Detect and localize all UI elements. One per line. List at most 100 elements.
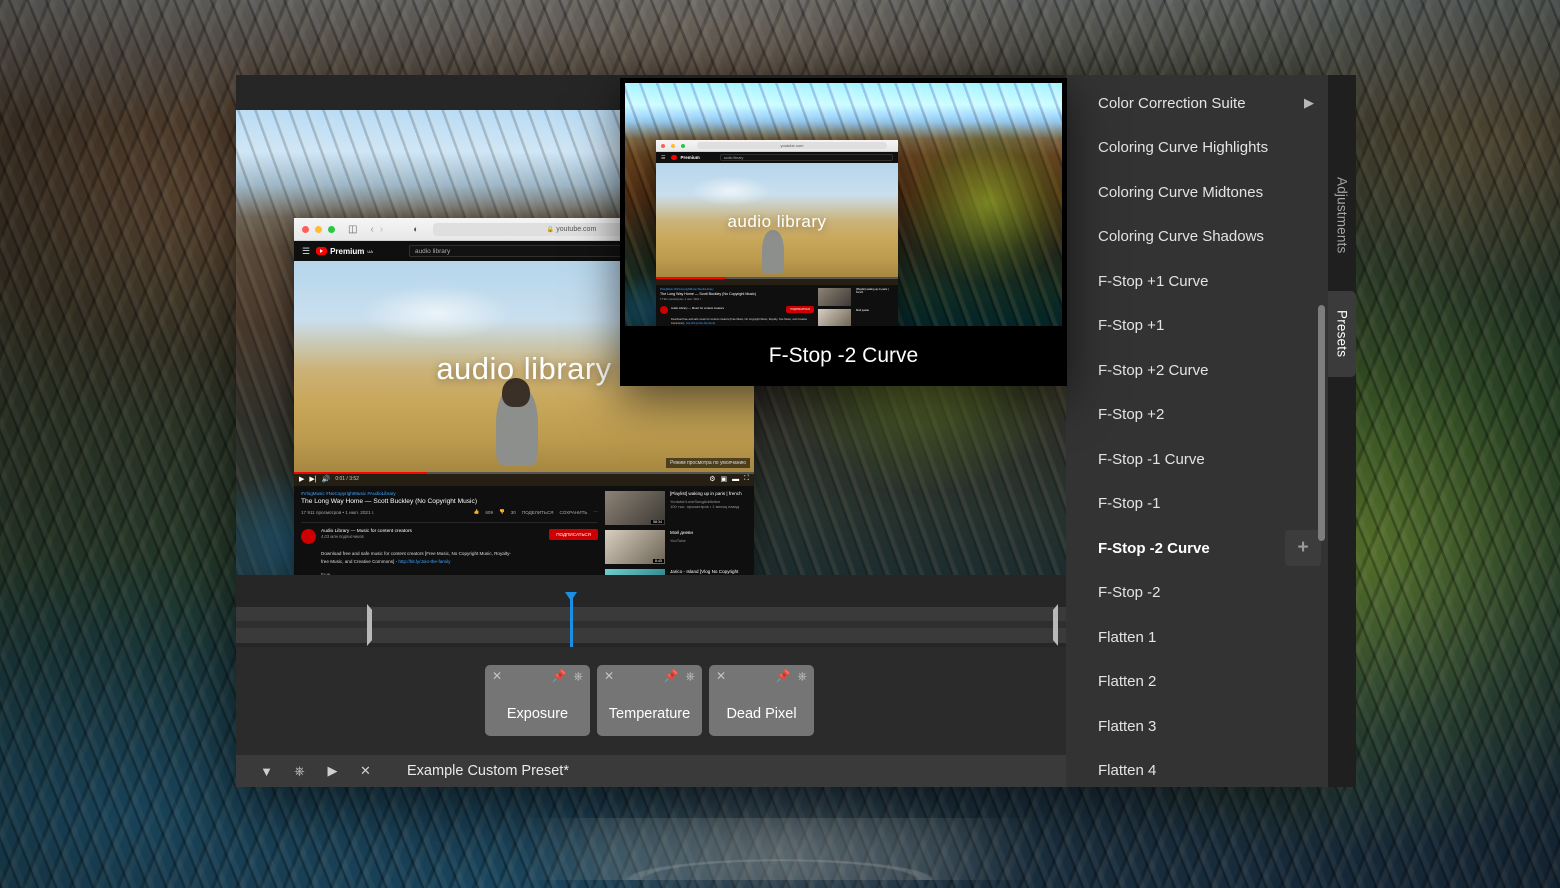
play-icon[interactable]: ▶ <box>316 763 349 779</box>
preset-label: Coloring Curve Midtones <box>1098 183 1264 201</box>
list-item[interactable]: 8:45 Мой дневн YouTube <box>605 530 747 564</box>
effect-chip-dead-pixel[interactable]: ✕ 📌 ⎈ Dead Pixel <box>709 665 814 736</box>
power-icon[interactable]: ⎈ <box>573 670 583 682</box>
youtube-play-badge <box>316 247 328 255</box>
presets-list[interactable]: Color Correction Suite ▶ Coloring Curve … <box>1066 75 1328 787</box>
preset-item-flatten-4[interactable]: Flatten 4 <box>1066 749 1328 788</box>
like-icon[interactable]: 👍 <box>474 509 480 515</box>
add-preset-button[interactable]: + <box>1285 530 1321 567</box>
volume-icon[interactable]: 🔊 <box>322 475 331 483</box>
popup-video-person <box>762 230 785 274</box>
preset-item-coloring-curve-highlights[interactable]: Coloring Curve Highlights <box>1066 126 1328 171</box>
popup-safari-toolbar: youtube.com <box>656 140 898 152</box>
popup-channel-name: Audio Library — Music for content creato… <box>671 306 725 310</box>
pin-icon[interactable]: 📌 <box>551 670 566 682</box>
pin-icon[interactable]: 📌 <box>775 670 790 682</box>
video-thumbnail: 8:45 <box>605 530 665 564</box>
timeline-in-marker[interactable] <box>367 604 372 646</box>
triangle-right-icon[interactable]: ▶ <box>1304 95 1314 111</box>
effect-chip-label: Exposure <box>506 706 569 722</box>
preset-item-flatten-3[interactable]: Flatten 3 <box>1066 704 1328 749</box>
power-icon[interactable]: ⎈ <box>797 670 807 682</box>
youtube-logo: Premium UA <box>316 247 373 256</box>
preset-item-f-stop-minus-2[interactable]: F-Stop -2 <box>1066 571 1328 616</box>
description-line-1: Download free and safe music for content… <box>321 551 511 556</box>
close-icon[interactable]: ✕ <box>349 763 382 779</box>
presets-panel: Color Correction Suite ▶ Coloring Curve … <box>1066 75 1328 787</box>
preset-item-coloring-curve-shadows[interactable]: Coloring Curve Shadows <box>1066 215 1328 260</box>
presets-scrollbar[interactable] <box>1318 305 1325 541</box>
chevron-right-icon: › <box>379 223 384 235</box>
video-controls[interactable]: ▶ ▶| 🔊 0:01 / 3:52 ⚙ ▣ ▬ ⛶ <box>294 472 754 486</box>
popup-related-rail: [Playlist] waking up in paris | french М… <box>818 288 894 326</box>
chip-icon-row: ✕ 📌 ⎈ <box>709 670 814 682</box>
close-icon[interactable]: ✕ <box>492 670 502 682</box>
effects-row: ✕ 📌 ⎈ Exposure ✕ 📌 ⎈ Temperature ✕ 📌 ⎈ D… <box>236 647 1066 755</box>
pin-icon[interactable]: 📌 <box>663 670 678 682</box>
video-progress-bar[interactable] <box>294 472 754 474</box>
timeline-track[interactable] <box>236 592 1066 648</box>
popup-safari-window: youtube.com ☰ Premium audio library audi… <box>656 140 898 326</box>
effect-chip-label: Dead Pixel <box>726 706 797 722</box>
popup-video-player: audio library <box>656 163 898 285</box>
power-icon[interactable]: ⎈ <box>283 763 316 779</box>
related-videos-rail: 58:34 [Playlist] waking up in paris | fr… <box>605 491 747 575</box>
popup-video-overlay-title: audio library <box>727 211 827 231</box>
popup-video-stats: 17 911 просмотров • 1 июл. 2021 г. <box>660 298 702 301</box>
vertical-tab-strip: Adjustments Presets <box>1328 75 1356 787</box>
current-preset-name: Example Custom Preset* <box>407 763 569 779</box>
traffic-light-zoom <box>681 143 685 148</box>
popup-video-info: #VlogMusic #NoCopyrightMusic #AudioLibra… <box>660 288 814 326</box>
tab-adjustments[interactable]: Adjustments <box>1328 153 1356 278</box>
popup-channel-avatar <box>660 306 668 314</box>
dislike-icon[interactable]: 👎 <box>499 509 505 515</box>
preset-item-color-correction-suite[interactable]: Color Correction Suite ▶ <box>1066 81 1328 126</box>
preset-item-flatten-2[interactable]: Flatten 2 <box>1066 660 1328 705</box>
close-icon[interactable]: ✕ <box>716 670 726 682</box>
more-icon[interactable]: ⋯ <box>593 509 598 515</box>
chip-icon-row: ✕ 📌 ⎈ <box>597 670 702 682</box>
next-icon[interactable]: ▶| <box>309 475 316 483</box>
close-icon[interactable]: ✕ <box>604 670 614 682</box>
timeline-playhead[interactable] <box>565 592 577 648</box>
preset-item-f-stop-minus-1-curve[interactable]: F-Stop -1 Curve <box>1066 437 1328 482</box>
theater-icon[interactable]: ▬ <box>732 476 739 483</box>
preset-item-flatten-1[interactable]: Flatten 1 <box>1066 615 1328 660</box>
preset-item-f-stop-plus-1-curve[interactable]: F-Stop +1 Curve <box>1066 259 1328 304</box>
power-icon[interactable]: ⎈ <box>685 670 695 682</box>
timeline-out-marker[interactable] <box>1053 604 1058 646</box>
preset-item-f-stop-minus-1[interactable]: F-Stop -1 <box>1066 482 1328 527</box>
preset-label: F-Stop +2 <box>1098 406 1165 424</box>
preset-item-f-stop-plus-2-curve[interactable]: F-Stop +2 Curve <box>1066 348 1328 393</box>
preset-item-coloring-curve-midtones[interactable]: Coloring Curve Midtones <box>1066 170 1328 215</box>
popup-green-ridge <box>887 117 1062 307</box>
popup-below-player: #VlogMusic #NoCopyrightMusic #AudioLibra… <box>656 285 898 326</box>
fullscreen-icon[interactable]: ⛶ <box>744 475 749 483</box>
sidebar-icon: ◫ <box>348 223 358 235</box>
preset-item-f-stop-minus-2-curve[interactable]: F-Stop -2 Curve + <box>1066 526 1328 571</box>
tab-presets[interactable]: Presets <box>1328 291 1356 377</box>
channel-avatar[interactable] <box>301 529 316 544</box>
preset-label: F-Stop +1 <box>1098 317 1165 335</box>
related-title: Мой дневн <box>856 309 870 312</box>
subscribe-button[interactable]: ПОДПИСАТЬСЯ <box>549 529 598 540</box>
video-tags[interactable]: #VlogMusic #NoCopyrightMusic #AudioLibra… <box>301 491 598 496</box>
share-button[interactable]: ПОДЕЛИТЬСЯ <box>522 510 554 515</box>
bottom-toolbar: ▼ ⎈ ▶ ✕ Example Custom Preset* <box>236 755 1066 787</box>
play-icon[interactable]: ▶ <box>299 475 304 483</box>
video-thumbnail <box>818 288 851 306</box>
preset-item-f-stop-plus-1[interactable]: F-Stop +1 <box>1066 304 1328 349</box>
save-button[interactable]: СОХРАНИТЬ <box>559 510 587 515</box>
preset-item-f-stop-plus-2[interactable]: F-Stop +2 <box>1066 393 1328 438</box>
settings-icon[interactable]: ⚙ <box>709 475 715 483</box>
triangle-down-icon[interactable]: ▼ <box>250 764 283 779</box>
miniplayer-icon[interactable]: ▣ <box>720 475 727 483</box>
list-item[interactable]: 58:34 [Playlist] waking up in paris | fr… <box>605 491 747 525</box>
preset-preview-popup: youtube.com ☰ Premium audio library audi… <box>620 78 1067 386</box>
description-link[interactable]: http://bit.ly/Join-the-family <box>398 559 450 564</box>
effect-chip-temperature[interactable]: ✕ 📌 ⎈ Temperature <box>597 665 702 736</box>
video-watermark: Режим просмотра по умолчанию <box>666 458 750 468</box>
timeline-area <box>236 575 1066 648</box>
effect-chip-exposure[interactable]: ✕ 📌 ⎈ Exposure <box>485 665 590 736</box>
preset-label: Color Correction Suite <box>1098 94 1246 112</box>
